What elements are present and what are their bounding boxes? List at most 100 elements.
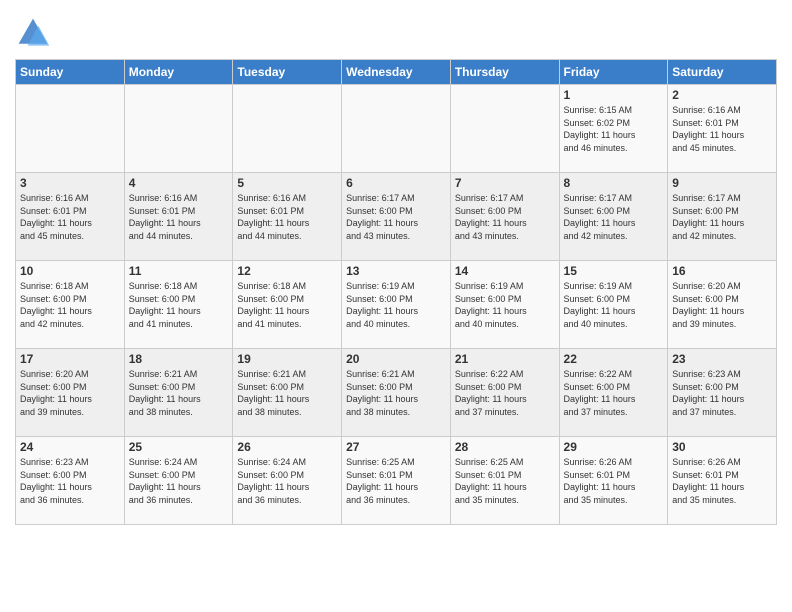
day-info: Sunrise: 6:16 AM Sunset: 6:01 PM Dayligh… (672, 104, 772, 154)
day-number: 20 (346, 352, 446, 366)
calendar-cell (233, 85, 342, 173)
day-number: 5 (237, 176, 337, 190)
calendar-cell: 22Sunrise: 6:22 AM Sunset: 6:00 PM Dayli… (559, 349, 668, 437)
weekday-header-wednesday: Wednesday (342, 60, 451, 85)
day-number: 15 (564, 264, 664, 278)
logo-icon (15, 15, 51, 51)
calendar: SundayMondayTuesdayWednesdayThursdayFrid… (15, 59, 777, 525)
calendar-cell: 30 Sunrise: 6:26 AM Sunset: 6:01 PM Dayli… (668, 437, 777, 525)
calendar-cell: 7 Sunrise: 6:17 AM Sunset: 6:00 PM Daylig… (450, 173, 559, 261)
calendar-cell: 19Sunrise: 6:21 AM Sunset: 6:00 PM Dayli… (233, 349, 342, 437)
day-number: 26 (237, 440, 337, 454)
day-info: Sunrise: 6:18 AM Sunset: 6:00 PM Dayligh… (20, 280, 120, 330)
calendar-cell (342, 85, 451, 173)
calendar-cell: 8Sunrise: 6:17 AM Sunset: 6:00 PM Daylig… (559, 173, 668, 261)
day-number: 16 (672, 264, 772, 278)
day-info: Sunrise: 6:21 AM Sunset: 6:00 PM Dayligh… (346, 368, 446, 418)
day-info: Sunrise: 6:26 AM Sunset: 6:01 PM Dayligh… (564, 456, 664, 506)
day-number: 18 (129, 352, 229, 366)
day-number: 9 (672, 176, 772, 190)
day-info: Sunrise: 6:17 AM Sunset: 6:00 PM Dayligh… (346, 192, 446, 242)
day-info: Sunrise: 6:15 AM Sunset: 6:02 PM Dayligh… (564, 104, 664, 154)
day-number: 17 (20, 352, 120, 366)
calendar-week-row: 24Sunrise: 6:23 AM Sunset: 6:00 PM Dayli… (16, 437, 777, 525)
day-info: Sunrise: 6:17 AM Sunset: 6:00 PM Dayligh… (672, 192, 772, 242)
calendar-cell: 13 Sunrise: 6:19 AM Sunset: 6:00 PM Dayli… (342, 261, 451, 349)
calendar-cell: 18 Sunrise: 6:21 AM Sunset: 6:00 PM Dayli… (124, 349, 233, 437)
weekday-header-monday: Monday (124, 60, 233, 85)
day-info: Sunrise: 6:16 AM Sunset: 6:01 PM Dayligh… (237, 192, 337, 242)
day-number: 10 (20, 264, 120, 278)
logo (15, 15, 55, 51)
day-info: Sunrise: 6:23 AM Sunset: 6:00 PM Dayligh… (672, 368, 772, 418)
calendar-cell: 24Sunrise: 6:23 AM Sunset: 6:00 PM Dayli… (16, 437, 125, 525)
calendar-cell: 25 Sunrise: 6:24 AM Sunset: 6:00 PM Dayli… (124, 437, 233, 525)
day-number: 25 (129, 440, 229, 454)
day-number: 1 (564, 88, 664, 102)
day-number: 30 (672, 440, 772, 454)
day-number: 8 (564, 176, 664, 190)
page: SundayMondayTuesdayWednesdayThursdayFrid… (0, 0, 792, 612)
calendar-cell (16, 85, 125, 173)
calendar-week-row: 10 Sunrise: 6:18 AM Sunset: 6:00 PM Dayli… (16, 261, 777, 349)
calendar-cell: 2 Sunrise: 6:16 AM Sunset: 6:01 PM Daylig… (668, 85, 777, 173)
day-info: Sunrise: 6:25 AM Sunset: 6:01 PM Dayligh… (346, 456, 446, 506)
day-info: Sunrise: 6:22 AM Sunset: 6:00 PM Dayligh… (564, 368, 664, 418)
calendar-cell: 29 Sunrise: 6:26 AM Sunset: 6:01 PM Dayli… (559, 437, 668, 525)
calendar-cell: 26 Sunrise: 6:24 AM Sunset: 6:00 PM Dayli… (233, 437, 342, 525)
day-number: 7 (455, 176, 555, 190)
day-info: Sunrise: 6:17 AM Sunset: 6:00 PM Dayligh… (455, 192, 555, 242)
day-info: Sunrise: 6:18 AM Sunset: 6:00 PM Dayligh… (129, 280, 229, 330)
day-number: 19 (237, 352, 337, 366)
calendar-cell: 4 Sunrise: 6:16 AM Sunset: 6:01 PM Daylig… (124, 173, 233, 261)
day-number: 4 (129, 176, 229, 190)
calendar-week-row: 17Sunrise: 6:20 AM Sunset: 6:00 PM Dayli… (16, 349, 777, 437)
calendar-cell: 1 Sunrise: 6:15 AM Sunset: 6:02 PM Daylig… (559, 85, 668, 173)
day-info: Sunrise: 6:26 AM Sunset: 6:01 PM Dayligh… (672, 456, 772, 506)
calendar-header: SundayMondayTuesdayWednesdayThursdayFrid… (16, 60, 777, 85)
calendar-cell: 23 Sunrise: 6:23 AM Sunset: 6:00 PM Dayli… (668, 349, 777, 437)
day-number: 29 (564, 440, 664, 454)
day-info: Sunrise: 6:18 AM Sunset: 6:00 PM Dayligh… (237, 280, 337, 330)
day-number: 3 (20, 176, 120, 190)
day-info: Sunrise: 6:24 AM Sunset: 6:00 PM Dayligh… (237, 456, 337, 506)
weekday-header-saturday: Saturday (668, 60, 777, 85)
weekday-row: SundayMondayTuesdayWednesdayThursdayFrid… (16, 60, 777, 85)
calendar-cell: 28 Sunrise: 6:25 AM Sunset: 6:01 PM Dayli… (450, 437, 559, 525)
day-info: Sunrise: 6:22 AM Sunset: 6:00 PM Dayligh… (455, 368, 555, 418)
header (15, 10, 777, 51)
day-info: Sunrise: 6:19 AM Sunset: 6:00 PM Dayligh… (564, 280, 664, 330)
calendar-cell: 15 Sunrise: 6:19 AM Sunset: 6:00 PM Dayli… (559, 261, 668, 349)
calendar-cell: 27 Sunrise: 6:25 AM Sunset: 6:01 PM Dayli… (342, 437, 451, 525)
day-info: Sunrise: 6:19 AM Sunset: 6:00 PM Dayligh… (455, 280, 555, 330)
day-number: 14 (455, 264, 555, 278)
day-number: 27 (346, 440, 446, 454)
day-number: 12 (237, 264, 337, 278)
calendar-cell: 5 Sunrise: 6:16 AM Sunset: 6:01 PM Daylig… (233, 173, 342, 261)
weekday-header-thursday: Thursday (450, 60, 559, 85)
day-info: Sunrise: 6:21 AM Sunset: 6:00 PM Dayligh… (129, 368, 229, 418)
calendar-cell: 12 Sunrise: 6:18 AM Sunset: 6:00 PM Dayli… (233, 261, 342, 349)
calendar-cell: 11 Sunrise: 6:18 AM Sunset: 6:00 PM Dayli… (124, 261, 233, 349)
day-number: 28 (455, 440, 555, 454)
day-number: 13 (346, 264, 446, 278)
calendar-week-row: 3 Sunrise: 6:16 AM Sunset: 6:01 PM Daylig… (16, 173, 777, 261)
day-number: 2 (672, 88, 772, 102)
day-info: Sunrise: 6:24 AM Sunset: 6:00 PM Dayligh… (129, 456, 229, 506)
calendar-body: 1 Sunrise: 6:15 AM Sunset: 6:02 PM Daylig… (16, 85, 777, 525)
day-number: 23 (672, 352, 772, 366)
day-number: 11 (129, 264, 229, 278)
calendar-cell: 17Sunrise: 6:20 AM Sunset: 6:00 PM Dayli… (16, 349, 125, 437)
day-info: Sunrise: 6:19 AM Sunset: 6:00 PM Dayligh… (346, 280, 446, 330)
calendar-cell: 21Sunrise: 6:22 AM Sunset: 6:00 PM Dayli… (450, 349, 559, 437)
day-info: Sunrise: 6:25 AM Sunset: 6:01 PM Dayligh… (455, 456, 555, 506)
calendar-cell: 16 Sunrise: 6:20 AM Sunset: 6:00 PM Dayli… (668, 261, 777, 349)
calendar-week-row: 1 Sunrise: 6:15 AM Sunset: 6:02 PM Daylig… (16, 85, 777, 173)
calendar-cell (450, 85, 559, 173)
calendar-cell (124, 85, 233, 173)
day-info: Sunrise: 6:16 AM Sunset: 6:01 PM Dayligh… (129, 192, 229, 242)
calendar-cell: 14 Sunrise: 6:19 AM Sunset: 6:00 PM Dayli… (450, 261, 559, 349)
calendar-cell: 3Sunrise: 6:16 AM Sunset: 6:01 PM Daylig… (16, 173, 125, 261)
weekday-header-sunday: Sunday (16, 60, 125, 85)
day-info: Sunrise: 6:20 AM Sunset: 6:00 PM Dayligh… (672, 280, 772, 330)
